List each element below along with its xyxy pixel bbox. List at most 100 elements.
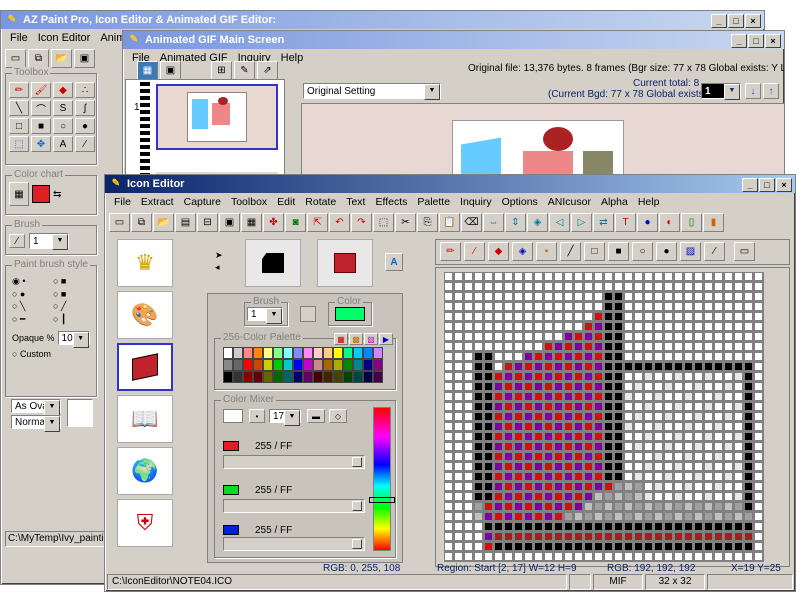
pixel-cell[interactable]	[734, 412, 743, 421]
pixel-cell[interactable]	[524, 542, 533, 551]
pixel-cell[interactable]	[444, 272, 453, 281]
pixel-cell[interactable]	[654, 512, 663, 521]
pixel-cell[interactable]	[614, 552, 623, 561]
pixel-cell[interactable]	[734, 352, 743, 361]
icon-menu-extract[interactable]: Extract	[136, 196, 179, 208]
pixel-cell[interactable]	[484, 502, 493, 511]
pixel-cell[interactable]	[564, 342, 573, 351]
pixel-cell[interactable]	[464, 402, 473, 411]
pixel-cell[interactable]	[704, 342, 713, 351]
pixel-cell[interactable]	[724, 472, 733, 481]
palette-swatch[interactable]	[333, 371, 343, 383]
pixel-cell[interactable]	[654, 372, 663, 381]
pixel-cell[interactable]	[664, 342, 673, 351]
palette-swatch[interactable]	[223, 371, 233, 383]
pixel-cell[interactable]	[464, 332, 473, 341]
pixel-cell[interactable]	[504, 552, 513, 561]
style-radio-6[interactable]: ○ ╱	[53, 301, 90, 312]
frame-thumbnail-1[interactable]	[156, 84, 278, 150]
pixel-cell[interactable]	[514, 432, 523, 441]
pixel-cell[interactable]	[574, 352, 583, 361]
pixel-cell[interactable]	[494, 292, 503, 301]
palette-swatch[interactable]	[353, 371, 363, 383]
pixel-cell[interactable]	[634, 482, 643, 491]
pixel-cell[interactable]	[684, 382, 693, 391]
pixel-cell[interactable]	[544, 522, 553, 531]
pixel-cell[interactable]	[694, 442, 703, 451]
pixel-cell[interactable]	[614, 442, 623, 451]
pixel-cell[interactable]	[734, 312, 743, 321]
pixel-cell[interactable]	[744, 322, 753, 331]
pixel-cell[interactable]	[624, 462, 633, 471]
icon-menu-effects[interactable]: Effects	[370, 196, 412, 208]
pixel-cell[interactable]	[464, 382, 473, 391]
pixel-cell[interactable]	[644, 282, 653, 291]
pixel-cell[interactable]	[444, 282, 453, 291]
pixel-cell[interactable]	[574, 282, 583, 291]
pixel-cell[interactable]	[524, 462, 533, 471]
pixel-cell[interactable]	[634, 312, 643, 321]
pixel-cell[interactable]	[484, 272, 493, 281]
pixel-cell[interactable]	[544, 382, 553, 391]
pixel-cell[interactable]	[594, 492, 603, 501]
pixel-cell[interactable]	[504, 422, 513, 431]
custom-option[interactable]: ○ Custom	[6, 347, 96, 361]
pixel-cell[interactable]	[694, 392, 703, 401]
pixel-cell[interactable]	[474, 392, 483, 401]
icon-menu-options[interactable]: Options	[497, 196, 543, 208]
pixel-cell[interactable]	[634, 342, 643, 351]
pixel-cell[interactable]	[444, 402, 453, 411]
pixel-cell[interactable]	[534, 532, 543, 541]
pixel-cell[interactable]	[464, 532, 473, 541]
pixel-cell[interactable]	[574, 292, 583, 301]
text-icon[interactable]: A	[53, 136, 73, 152]
pixel-cell[interactable]	[694, 352, 703, 361]
pixel-cell[interactable]	[584, 282, 593, 291]
save-all-icon[interactable]: ▦	[241, 213, 262, 232]
pixel-cell[interactable]	[664, 432, 673, 441]
pixel-cell[interactable]	[544, 412, 553, 421]
pixel-cell[interactable]	[484, 492, 493, 501]
pixel-cell[interactable]	[674, 342, 683, 351]
pixel-cell[interactable]	[654, 432, 663, 441]
pixel-cell[interactable]	[724, 272, 733, 281]
pixel-cell[interactable]	[694, 272, 703, 281]
pixel-cell[interactable]	[514, 522, 523, 531]
pixel-cell[interactable]	[464, 552, 473, 561]
pixel-cell[interactable]	[564, 472, 573, 481]
pixel-cell[interactable]	[454, 352, 463, 361]
pixel-cell[interactable]	[734, 482, 743, 491]
icon-menu-help[interactable]: Help	[633, 196, 665, 208]
pixel-cell[interactable]	[644, 292, 653, 301]
pixel-cell[interactable]	[524, 352, 533, 361]
palette-swatch[interactable]	[263, 359, 273, 371]
pixel-cell[interactable]	[454, 492, 463, 501]
pixel-cell[interactable]	[724, 292, 733, 301]
pixel-cell[interactable]	[484, 392, 493, 401]
pixel-cell[interactable]	[504, 542, 513, 551]
pixel-cell[interactable]	[444, 542, 453, 551]
pixel-cell[interactable]	[754, 462, 763, 471]
pixel-cell[interactable]	[484, 312, 493, 321]
pixel-cell[interactable]	[734, 512, 743, 521]
pixel-cell[interactable]	[454, 372, 463, 381]
pixel-cell[interactable]	[724, 322, 733, 331]
pixel-cell[interactable]	[514, 462, 523, 471]
pixel-cell[interactable]	[724, 362, 733, 371]
pixel-cell[interactable]	[594, 382, 603, 391]
pixel-cell[interactable]	[624, 342, 633, 351]
pixel-cell[interactable]	[444, 312, 453, 321]
pixel-cell[interactable]	[624, 452, 633, 461]
palette-swatch[interactable]	[273, 359, 283, 371]
pixel-cell[interactable]	[614, 302, 623, 311]
pixel-cell[interactable]	[604, 452, 613, 461]
pixel-cell[interactable]	[754, 372, 763, 381]
pixel-cell[interactable]	[754, 472, 763, 481]
pixel-cell[interactable]	[664, 462, 673, 471]
pixel-cell[interactable]	[494, 512, 503, 521]
palette-swatch[interactable]	[373, 359, 383, 371]
pixel-cell[interactable]	[664, 322, 673, 331]
palette-load-icon[interactable]: ▦	[334, 333, 348, 345]
mixer-diamond-button[interactable]: ◇	[329, 409, 347, 423]
blue-slider-thumb[interactable]	[352, 539, 362, 549]
